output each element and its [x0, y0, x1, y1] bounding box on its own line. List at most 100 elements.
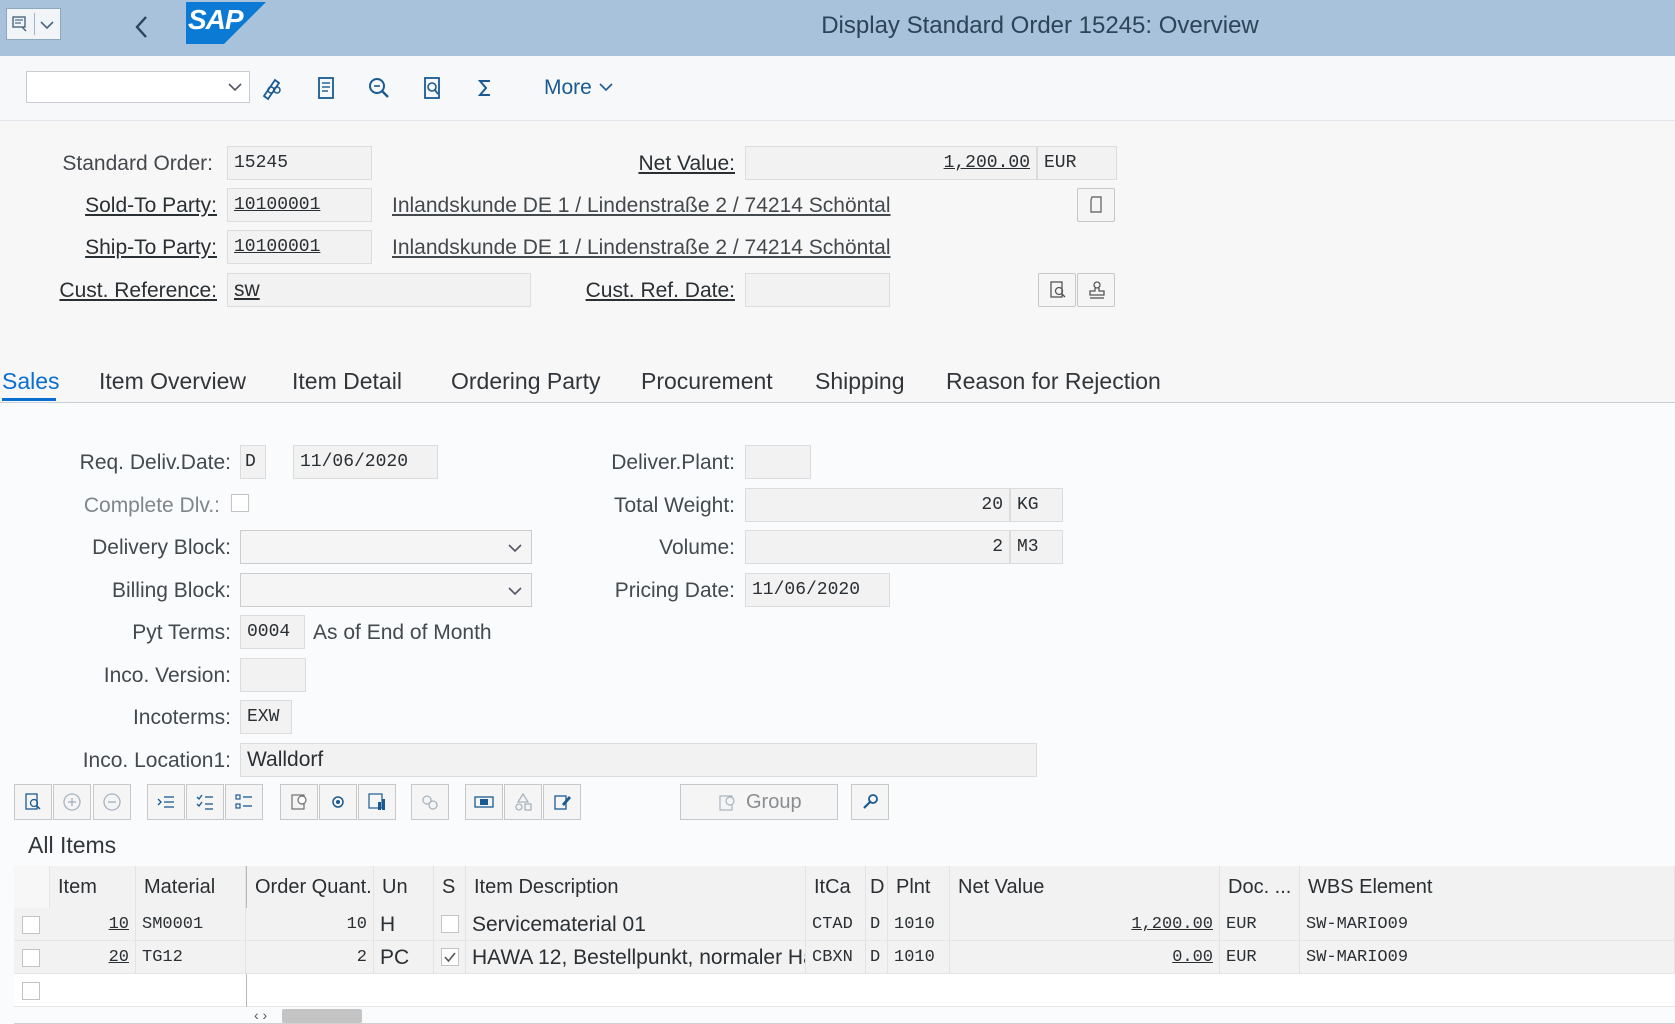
total-weight-field[interactable]: 20 [745, 488, 1010, 522]
ship-to-description[interactable]: Inlandskunde DE 1 / Lindenstraße 2 / 742… [392, 236, 891, 260]
cell-order-quantity: 10 [246, 908, 374, 941]
tab-ordering-party[interactable]: Ordering Party [451, 368, 601, 395]
tab-strip: Sales Item Overview Item Detail Ordering… [0, 360, 1675, 403]
pricing-date-label: Pricing Date: [614, 579, 735, 602]
row-select-checkbox[interactable] [22, 982, 40, 1000]
scroll-arrows[interactable]: ‹ › [254, 1007, 267, 1023]
tab-reason-for-rejection[interactable]: Reason for Rejection [946, 368, 1161, 395]
inco-version-label: Inco. Version: [103, 664, 231, 687]
edit-text-button[interactable] [543, 784, 581, 820]
cust-reference-label[interactable]: Cust. Reference: [59, 279, 217, 303]
cell-s [434, 941, 466, 974]
pyt-terms-field[interactable]: 0004 [240, 615, 305, 649]
volume-field[interactable]: 2 [745, 530, 1010, 564]
tab-active-indicator [2, 398, 56, 401]
row-select-checkbox[interactable] [22, 916, 40, 934]
shapes-button[interactable] [504, 784, 542, 820]
column-header-itca[interactable]: ItCa [806, 866, 866, 908]
s-checkbox[interactable] [441, 915, 459, 933]
column-header-plnt[interactable]: Plnt [888, 866, 950, 908]
table-row-empty[interactable] [14, 974, 1675, 1007]
page-title: Display Standard Order 15245: Overview [821, 12, 1259, 39]
horizontal-scrollbar-thumb[interactable] [282, 1009, 362, 1023]
column-header-doc-currency[interactable]: Doc. ... [1220, 866, 1300, 908]
column-header-s[interactable]: S [434, 866, 466, 908]
net-value-label[interactable]: Net Value: [639, 152, 736, 176]
indent-button[interactable] [147, 784, 185, 820]
ship-to-field[interactable]: 10100001 [227, 230, 372, 264]
complete-dlv-label: Complete Dlv.: [83, 494, 220, 517]
inco-version-field[interactable] [240, 658, 306, 692]
complete-dlv-checkbox[interactable] [231, 494, 249, 512]
sold-to-label[interactable]: Sold-To Party: [85, 194, 217, 218]
cell-item[interactable]: 20 [50, 941, 136, 974]
delivery-block-select[interactable] [240, 530, 532, 564]
menu-button[interactable] [6, 8, 61, 40]
schedule-lines-button[interactable] [358, 784, 396, 820]
req-deliv-date-type[interactable]: D [240, 445, 266, 479]
column-header-d[interactable]: D [866, 866, 888, 908]
pricing-button[interactable] [280, 784, 318, 820]
document-icon[interactable] [310, 72, 342, 104]
display-doc-button[interactable] [1038, 273, 1076, 307]
cust-ref-date-field[interactable] [745, 273, 890, 307]
pyt-terms-description: As of End of Month [313, 621, 492, 644]
standard-order-field[interactable]: 15245 [227, 146, 372, 180]
tab-sales[interactable]: Sales [2, 368, 60, 395]
deliver-plant-field[interactable] [745, 445, 811, 479]
column-header-unit[interactable]: Un [374, 866, 434, 908]
net-value-field[interactable]: 1,200.00 [745, 146, 1037, 180]
ship-to-label[interactable]: Ship-To Party: [85, 236, 217, 260]
req-deliv-date-field[interactable]: 11/06/2020 [293, 445, 438, 479]
checklist-icon [196, 794, 213, 810]
zoom-icon[interactable] [363, 72, 395, 104]
item-details-button[interactable] [14, 784, 52, 820]
more-button[interactable]: More [544, 76, 614, 100]
atp-check-button[interactable] [411, 784, 449, 820]
tab-item-detail[interactable]: Item Detail [292, 368, 402, 395]
column-header-net-value[interactable]: Net Value [950, 866, 1220, 908]
column-header-item-description[interactable]: Item Description [466, 866, 806, 908]
inco-location-field[interactable]: Walldorf [240, 743, 1037, 777]
sold-to-field[interactable]: 10100001 [227, 188, 372, 222]
column-header-order-quantity[interactable]: Order Quant... [246, 866, 374, 908]
cell-plnt: 1010 [888, 908, 950, 941]
select-all-button[interactable] [186, 784, 224, 820]
deselect-all-button[interactable] [225, 784, 263, 820]
cell-net-value[interactable]: 0.00 [950, 941, 1220, 974]
sigma-icon[interactable] [469, 72, 501, 104]
cell-net-value[interactable]: 1,200.00 [950, 908, 1220, 941]
shapes-icon [515, 792, 532, 811]
add-item-button[interactable] [53, 784, 91, 820]
stamp-button[interactable] [1077, 273, 1115, 307]
copy-button[interactable] [1077, 188, 1115, 222]
cust-ref-date-label[interactable]: Cust. Ref. Date: [586, 279, 735, 303]
group-button[interactable]: Group [680, 784, 838, 820]
cell-item[interactable]: 10 [50, 908, 136, 941]
remove-item-button[interactable] [93, 784, 131, 820]
s-checkbox-checked[interactable] [441, 948, 459, 966]
row-select-checkbox[interactable] [22, 949, 40, 967]
display-data-button[interactable] [465, 784, 503, 820]
display-change-icon[interactable] [257, 72, 289, 104]
sold-to-value: 10100001 [234, 195, 321, 215]
back-icon[interactable] [132, 14, 152, 40]
tab-shipping[interactable]: Shipping [815, 368, 905, 395]
cust-reference-field[interactable]: sw [227, 273, 531, 307]
total-weight-unit: KG [1010, 488, 1063, 522]
settings-button[interactable] [851, 784, 889, 820]
billing-block-select[interactable] [240, 573, 532, 607]
incoterms-field[interactable]: EXW [240, 700, 292, 734]
billing-block-label: Billing Block: [111, 579, 231, 602]
cell-unit: PC [374, 941, 434, 974]
pricing-date-field[interactable]: 11/06/2020 [745, 573, 890, 607]
column-header-wbs-element[interactable]: WBS Element [1300, 866, 1675, 908]
sold-to-description[interactable]: Inlandskunde DE 1 / Lindenstraße 2 / 742… [392, 194, 891, 218]
tab-item-overview[interactable]: Item Overview [99, 368, 246, 395]
column-header-material[interactable]: Material [136, 866, 246, 908]
tab-procurement[interactable]: Procurement [641, 368, 773, 395]
command-field[interactable] [26, 71, 250, 103]
column-header-item[interactable]: Item [50, 866, 136, 908]
document-search-icon[interactable] [416, 72, 448, 104]
configuration-button[interactable] [319, 784, 357, 820]
